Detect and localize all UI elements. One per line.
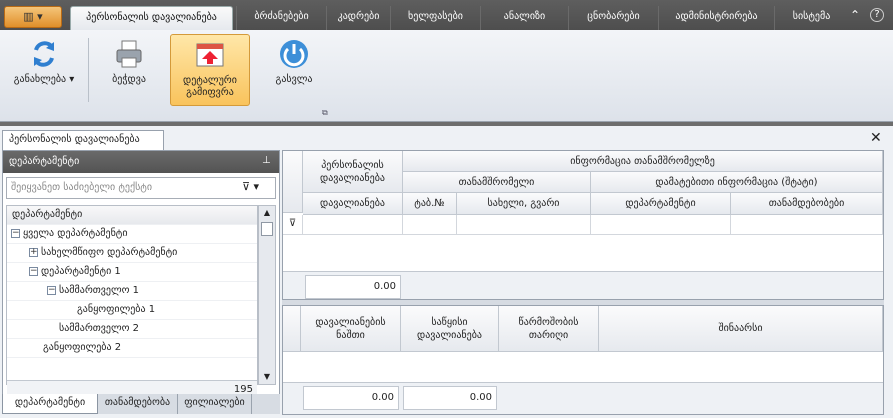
tab-orders[interactable]: ბრძანებები (236, 6, 326, 30)
filter-cell-debt[interactable] (303, 215, 403, 235)
export-icon (194, 39, 226, 71)
tab-administration[interactable]: ადმინისტრირება (658, 6, 774, 30)
expand-icon[interactable]: + (29, 247, 38, 257)
col-initial-debt[interactable]: საწყისი დავალიანება (401, 306, 499, 352)
col-debt[interactable]: დავალიანება (303, 193, 403, 215)
col-full-name[interactable]: სახელი, გვარი (457, 193, 591, 215)
col-tab-number[interactable]: ტაბ.№ (403, 193, 457, 215)
col-personnel-debt-header[interactable]: პერსონალის დავალიანება (303, 151, 403, 193)
filter-cell-tabno[interactable] (403, 215, 457, 235)
dialog-launcher-icon[interactable]: ⧉ (322, 108, 328, 118)
filter-icon[interactable]: ⊽ ▾ (242, 180, 259, 193)
collapse-icon[interactable]: − (11, 228, 20, 238)
application-menu-button[interactable]: ▥ ▾ (4, 6, 62, 28)
tab-position[interactable]: თანამდებობა (98, 394, 178, 414)
balance-total: 0.00 (303, 386, 399, 410)
tab-system[interactable]: სისტემა (774, 6, 848, 30)
debt-details-grid: დავალიანების ნაშთი საწყისი დავალიანება წ… (282, 305, 884, 415)
col-position[interactable]: თანამდებობები (731, 193, 883, 215)
tree-node-department-1[interactable]: − დეპარტამენტი 1 (7, 263, 257, 282)
tree-column-header[interactable]: დეპარტამენტი (7, 206, 257, 225)
refresh-icon (28, 38, 60, 70)
document-tab[interactable]: პერსონალის დავალიანება (2, 130, 164, 150)
auto-filter-icon[interactable]: ⊽ (283, 215, 303, 235)
department-panel-title: დეპარტამენტი (3, 151, 279, 173)
exit-label: გასვლა (275, 74, 313, 85)
tab-salaries[interactable]: ხელფასები (390, 6, 480, 30)
ribbon-separator (88, 38, 89, 102)
left-panel-tabs: დეპარტამენტი თანამდებობა ფილიალები (2, 394, 280, 414)
col-debt-balance[interactable]: დავალიანების ნაშთი (301, 306, 401, 352)
power-icon (278, 38, 310, 70)
refresh-label: განახლება ▾ (13, 74, 75, 85)
tree-node-label: ყველა დეპარტამენტი (23, 228, 128, 239)
filter-cell-dept[interactable] (591, 215, 731, 235)
pin-icon[interactable]: ⊥ (262, 155, 271, 166)
tree-node-label: განყოფილება 2 (43, 342, 122, 353)
grid-corner (283, 306, 301, 352)
filter-cell-position[interactable] (731, 215, 883, 235)
tree-node-state-department[interactable]: + სახელმწიფო დეპარტამენტი (7, 244, 257, 263)
collapse-icon[interactable]: − (29, 266, 38, 276)
col-origin-date[interactable]: წარმოშობის თარიღი (499, 306, 599, 352)
refresh-button[interactable]: განახლება ▾ (6, 34, 82, 106)
col-group-employee-info: ინფორმაცია თანამშრომელზე (403, 151, 883, 172)
help-icon[interactable]: ? (870, 8, 884, 22)
tree-node-directorate-2[interactable]: სამმართველო 2 (7, 320, 257, 339)
tab-department[interactable]: დეპარტამენტი (2, 394, 98, 414)
tab-references[interactable]: ცნობარები (568, 6, 658, 30)
tree-node-directorate-1[interactable]: − სამმართველო 1 (7, 282, 257, 301)
tree-node-division-2[interactable]: განყოფილება 2 (7, 339, 257, 358)
export-label: დეტალური გამიფვრა (183, 75, 237, 98)
tree-scrollbar[interactable]: ▲ ▼ (258, 205, 276, 385)
tree-search-input[interactable]: შეიყვანეთ საძიებელი ტექსტი (6, 177, 276, 199)
printer-icon (113, 38, 145, 70)
exit-button[interactable]: გასვლა (256, 34, 332, 106)
detailed-export-button[interactable]: დეტალური გამიფვრა (170, 34, 250, 106)
tab-branches[interactable]: ფილიალები (178, 394, 252, 414)
tree-node-label: დეპარტამენტი 1 (41, 266, 121, 277)
tree-node-label: განყოფილება 1 (77, 304, 156, 315)
initial-debt-total: 0.00 (403, 386, 497, 410)
debt-total: 0.00 (305, 275, 401, 299)
col-content[interactable]: შინაარსი (599, 306, 883, 352)
tree-node-division-1[interactable]: განყოფილება 1 (7, 301, 257, 320)
print-button[interactable]: ბეჭდვა (94, 34, 164, 106)
department-tree: დეპარტამენტი − ყველა დეპარტამენტი + სახელმ… (6, 205, 258, 399)
tab-analysis[interactable]: ანალიზი (480, 6, 568, 30)
tab-personnel-debt[interactable]: პერსონალის დავალიანება (70, 6, 233, 30)
tree-node-all-departments[interactable]: − ყველა დეპარტამენტი (7, 225, 257, 244)
col-group-employee: თანამშრომელი (403, 172, 591, 193)
collapse-ribbon-icon[interactable]: ⌃ (850, 8, 860, 22)
tree-node-label: სახელმწიფო დეპარტამენტი (41, 247, 178, 258)
close-document-icon[interactable]: ✕ (870, 130, 882, 146)
col-group-extra-info: დამატებითი ინფორმაცია (შტატი) (591, 172, 883, 193)
debt-grid: პერსონალის დავალიანება ინფორმაცია თანამშ… (282, 150, 884, 300)
collapse-icon[interactable]: − (47, 285, 56, 295)
print-label: ბეჭდვა (112, 74, 146, 85)
col-department[interactable]: დეპარტამენტი (591, 193, 731, 215)
tree-node-label: სამმართველო 2 (59, 323, 140, 334)
tab-staff[interactable]: კადრები (326, 6, 390, 30)
grid-corner (283, 151, 303, 213)
filter-cell-name[interactable] (457, 215, 591, 235)
tree-node-label: სამმართველო 1 (59, 285, 140, 296)
